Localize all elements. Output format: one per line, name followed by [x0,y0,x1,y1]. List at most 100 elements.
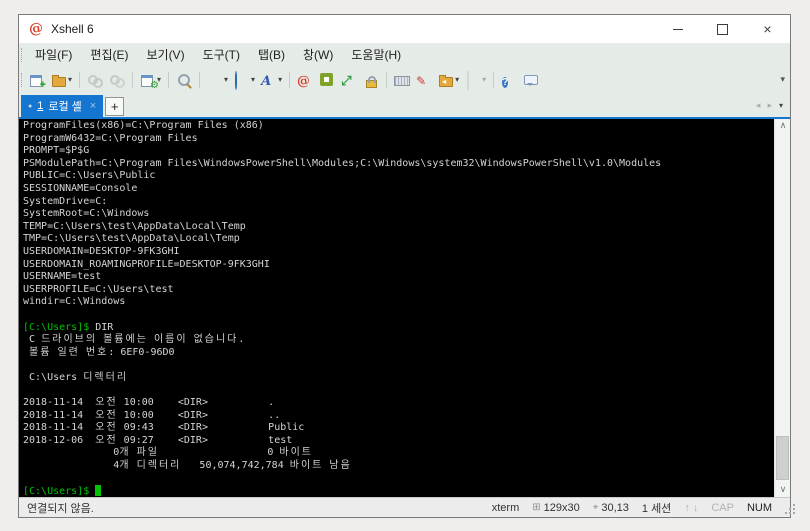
toolbar-separator [289,71,291,88]
terminal-line: [C:\Users]$ DIR [23,321,114,333]
layout-button[interactable]: ▾ [463,69,488,91]
menu-edit[interactable]: 편집(E) [81,43,137,66]
minimize-button[interactable] [655,15,700,43]
scrollbar-thumb[interactable] [776,436,789,480]
toolbar-separator [199,71,201,88]
terminal-line: SystemDrive=C: [23,195,108,207]
menubar-grip [21,47,22,62]
feedback-button[interactable] [521,69,541,91]
terminal-line: 2018-11-14 오전 10:00 <DIR> .. [23,409,281,421]
session-status-icon: ● [28,102,33,110]
menu-tools[interactable]: 도구(T) [194,43,249,66]
xshell-icon: @ [296,72,311,90]
terminal[interactable]: ProgramFiles(x86)=C:\Program Files (x86)… [19,119,790,497]
properties-icon: ⚙ [140,72,159,90]
font-icon: A [261,73,272,89]
fullscreen-button[interactable]: ⤢ [339,69,359,91]
toolbar-grip [21,72,22,87]
terminal-line: PUBLIC=C:\Users\Public [23,170,156,182]
terminal-line: USERPROFILE=C:\Users\test [23,283,174,295]
terminal-line: 볼륨 일련 번호: 6EF0-96D0 [29,346,175,358]
terminal-line: [C:\Users]$ [23,485,773,497]
connect-button[interactable] [85,69,105,91]
prev-session-icon[interactable]: ↑ [684,502,690,514]
highlight-button[interactable]: ✎ [414,69,434,91]
toolbar-separator [168,71,170,88]
find-button[interactable] [174,69,194,91]
terminal-output: ProgramFiles(x86)=C:\Program Files (x86)… [23,120,773,497]
pen-icon: ✎ [416,73,427,88]
terminal-line: USERNAME=test [23,271,102,283]
fullscreen-icon: ⤢ [341,72,352,88]
close-button[interactable]: × [745,15,790,43]
scroll-down-icon[interactable]: ∨ [775,483,790,497]
terminal-line: PROMPT=$P$G [23,145,90,157]
menu-window[interactable]: 창(W) [294,43,342,66]
chevron-down-icon: ▾ [455,75,460,84]
menu-tab[interactable]: 탭(B) [249,43,294,66]
terminal-type: xterm [491,501,520,514]
open-sessions-button[interactable]: ▾ [49,69,74,91]
terminal-size-value: 129x30 [543,501,580,514]
terminal-line: 4개 디렉터리 50,074,742,784 바이트 남음 [23,460,352,472]
tab-close-icon[interactable]: × [90,100,96,112]
terminal-line: PSModulePath=C:\Program Files\WindowsPow… [23,157,662,169]
terminal-line: SESSIONNAME=Console [23,182,138,194]
terminal-line: 2018-12-06 오전 09:27 <DIR> test [23,434,293,446]
lock-icon [363,72,379,88]
encoding-button[interactable]: ▾ [232,69,257,91]
terminal-line: TEMP=C:\Users\test\AppData\Local\Temp [23,220,246,232]
help-icon: ? [502,76,509,88]
terminal-line: SystemRoot=C:\Windows [23,208,150,220]
new-tab-button[interactable]: + [105,97,125,116]
tab-label: 로컬 셸 [48,101,82,113]
help-button[interactable]: ? [499,69,519,91]
color-scheme-button[interactable]: ▾ [205,69,230,91]
terminal-line: C:\Users 디렉터리 [23,371,129,383]
terminal-scrollbar[interactable]: ∧ ∨ [774,119,790,497]
session-count: 1 세션 [641,502,672,515]
grid-icon [465,70,481,90]
position-icon: ⌖ [592,502,599,513]
close-icon: × [763,21,772,37]
tab-scroll-right-icon[interactable]: ▸ [767,100,772,111]
caps-lock-indicator: CAP [711,501,734,514]
titlebar[interactable]: @ Xshell 6 × [19,15,790,43]
chevron-down-icon: ▾ [68,75,73,84]
lock-screen-button[interactable] [361,69,381,91]
xftp-button[interactable] [317,69,337,91]
xshell-button[interactable]: @ [295,69,315,91]
disconnect-button[interactable] [107,69,127,91]
xshell-logo-icon: @ [27,20,45,38]
keyboard-icon [394,72,411,88]
menu-help[interactable]: 도움말(H) [342,43,410,66]
font-button[interactable]: A ▾ [259,69,284,91]
toolbar-separator [79,71,81,88]
compose-bar-button[interactable] [392,69,412,91]
menu-file[interactable]: 파일(F) [26,43,81,66]
xftp-icon [319,72,335,88]
terminal-line: TMP=C:\Users\test\AppData\Local\Temp [23,233,240,245]
terminal-line: ProgramW6432=C:\Program Files [23,132,198,144]
terminal-line: USERDOMAIN=DESKTOP-9FK3GHI [23,245,180,257]
next-session-icon[interactable]: ↓ [693,502,699,514]
num-lock-indicator: NUM [746,501,772,514]
new-session-button[interactable]: + [27,69,47,91]
scroll-up-icon[interactable]: ∧ [775,119,790,133]
menu-view[interactable]: 보기(V) [137,43,193,66]
terminal-line: 0개 파일 0 바이트 [23,447,313,459]
tab-scroll-left-icon[interactable]: ◂ [756,100,761,111]
terminal-line: windir=C:\Windows [23,296,126,308]
maximize-button[interactable] [700,15,745,43]
file-transfer-button[interactable]: ◂ ▾ [436,69,461,91]
toolbar-overflow-button[interactable]: ▾ [780,74,790,85]
resize-grip[interactable] [785,512,787,514]
session-properties-button[interactable]: ⚙ ▾ [138,69,163,91]
cursor-position: ⌖ 30,13 [593,502,629,514]
tab-list-dropdown-icon[interactable]: ▾ [779,101,783,110]
cursor-position-value: 30,13 [601,501,629,514]
tab-local-shell[interactable]: ● 1 로컬 셸 × [21,95,104,117]
